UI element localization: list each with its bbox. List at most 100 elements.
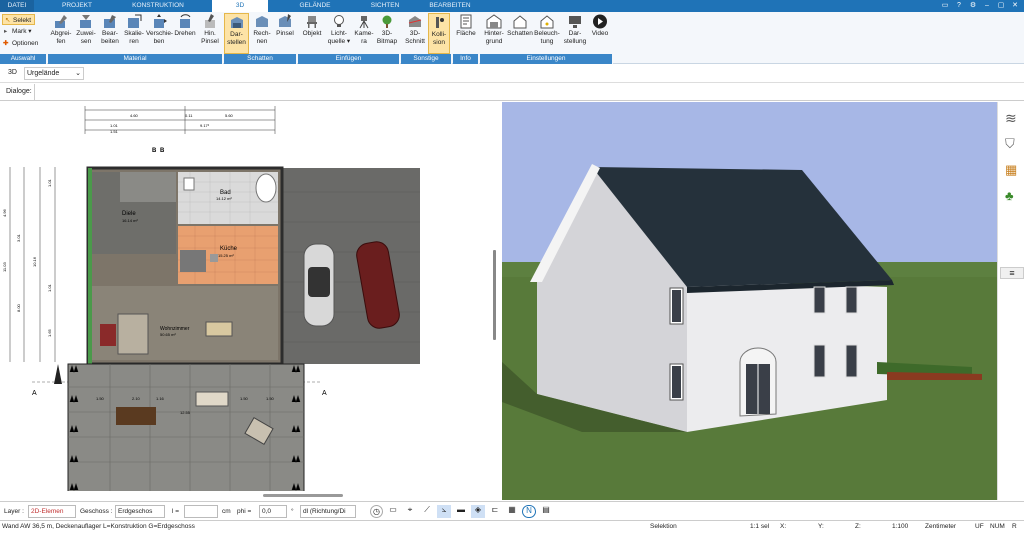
snap-wall-icon[interactable]: ▬ — [454, 505, 468, 518]
darstellen-button[interactable]: Dar-stellen — [224, 13, 249, 54]
hin-pinsel-button[interactable]: Hin. Pinsel — [198, 13, 222, 54]
shadow-display-icon — [230, 17, 243, 28]
geschoss-select[interactable]: Erdgeschos — [115, 505, 165, 518]
snap-angle-icon[interactable]: ⦣ — [437, 505, 451, 518]
floor-plan-view[interactable]: 4.60 0.11 5.60 1.01 1.51 9.17² 4.96 3.01… — [0, 102, 493, 491]
maximize-icon[interactable]: ▢ — [996, 1, 1006, 10]
view-splitter[interactable] — [493, 102, 502, 500]
tab-projekt[interactable]: PROJEKT — [52, 0, 102, 12]
floor-plan-drawing: 4.60 0.11 5.60 1.01 1.51 9.17² 4.96 3.01… — [2, 106, 420, 491]
beleuchtung-button[interactable]: Beleuch-tung — [533, 13, 561, 54]
status-z: Z: — [855, 523, 861, 530]
snap-point-icon[interactable]: ⌖ — [403, 505, 417, 518]
degree-label: ° — [291, 508, 294, 515]
plant-icon[interactable]: ♣ — [1005, 188, 1014, 203]
dim-left-4: 10.16 — [32, 256, 37, 267]
layer-select[interactable]: 2D-Elemen — [28, 505, 76, 518]
grid-icon[interactable]: ▦ — [505, 505, 519, 518]
monitor-icon — [569, 16, 581, 28]
status-unit: Zentimeter — [925, 523, 957, 530]
screen-icon[interactable]: ▭ — [386, 505, 400, 518]
splitter-handle[interactable] — [493, 250, 496, 340]
group-info: Info — [453, 54, 479, 64]
3d-bitmap-button[interactable]: 3D- Bitmap — [375, 13, 399, 54]
schatten-settings-button[interactable]: Schatten — [507, 13, 533, 54]
objekt-button[interactable]: Objekt — [300, 13, 324, 54]
minimize-icon[interactable]: – — [982, 1, 992, 10]
abgreifen-button[interactable]: Abgrei-fen — [48, 13, 74, 54]
snap-line-icon[interactable]: ⟋ — [420, 505, 434, 518]
chair-catalog-icon[interactable]: ⛉ — [1005, 136, 1015, 152]
direction-select[interactable]: dl (Richtung/Di — [300, 505, 356, 518]
3d-schnitt-line2: Schnitt — [405, 38, 425, 45]
selekt-label: Selekt — [13, 17, 32, 24]
tab-3d[interactable]: 3D — [212, 0, 268, 12]
lichtquelle-button[interactable]: Licht-quelle ▾ — [326, 13, 352, 54]
settings-icon[interactable]: ⚙ — [968, 1, 978, 10]
room-wohnzimmer-area: 50.65 m² — [160, 332, 176, 337]
skalieren-button[interactable]: Skalie-ren — [122, 13, 146, 54]
material-palette-icon[interactable]: ▦ — [1005, 162, 1017, 178]
kamera-button[interactable]: Kame-ra — [353, 13, 375, 54]
hintergrund-button[interactable]: Hinter-grund — [481, 13, 507, 54]
room-diele-name: Diele — [122, 211, 136, 217]
clock-icon[interactable]: ◷ — [370, 505, 383, 518]
snap-surface-icon[interactable]: ◈ — [471, 505, 485, 518]
tab-datei[interactable]: DATEI — [0, 0, 34, 12]
geschoss-value: Erdgeschos — [118, 508, 153, 515]
bearbeiten-line1: Bear- — [102, 30, 118, 37]
tab-sichten[interactable]: SICHTEN — [360, 0, 410, 12]
bearbeiten-line2: beiten — [101, 38, 119, 45]
plus-icon: ✚ — [3, 40, 9, 47]
terrace-dim-2: 2.10 — [132, 396, 141, 401]
flaeche-button[interactable]: Fläche — [454, 13, 478, 54]
zuweisen-button[interactable]: Zuwei-sen — [74, 13, 98, 54]
skalieren-line2: ren — [129, 38, 139, 45]
darstellung-line2: stellung — [563, 38, 587, 45]
phi-input[interactable]: 0,0 — [259, 505, 287, 518]
dim-top-5: 1.51 — [110, 129, 119, 134]
rechnen-button[interactable]: Rech-nen — [250, 13, 274, 54]
terrace-table — [116, 407, 156, 425]
darstellung-button[interactable]: Dar-stellung — [562, 13, 588, 54]
dim-left-2: 3.01 — [16, 233, 21, 242]
l-input[interactable] — [184, 505, 218, 518]
3d-schnitt-line1: 3D- — [409, 30, 421, 37]
scroll-thumb[interactable] — [263, 494, 343, 497]
video-button[interactable]: Video — [588, 13, 612, 54]
tab-bearbeiten[interactable]: BEARBEITEN — [420, 0, 480, 12]
beleuchtung-line2: tung — [540, 38, 554, 45]
status-r: R — [1012, 523, 1017, 530]
restore-icon[interactable]: ▭ — [940, 1, 950, 10]
mark-button[interactable]: ▸ Mark ▾ — [2, 26, 32, 37]
drehen-button[interactable]: Drehen — [172, 13, 198, 54]
dialoge-label: Dialoge: — [6, 88, 32, 95]
optionen-button[interactable]: ✚ Optionen — [2, 38, 38, 49]
hamburger-icon[interactable]: ≡ — [1000, 267, 1024, 279]
extra-tool-icon[interactable]: ▤ — [539, 505, 553, 518]
terrain-select[interactable]: Urgelände ⌄ — [24, 67, 84, 80]
kollision-button[interactable]: Kolli-sion — [428, 13, 450, 54]
snap-ortho-icon[interactable]: ⊏ — [488, 505, 502, 518]
verschieben-line1: Verschie- — [146, 30, 174, 37]
close-icon[interactable]: ✕ — [1010, 1, 1020, 10]
area-icon — [460, 14, 472, 29]
window-controls: ▭ ? ⚙ – ▢ ✕ — [940, 1, 1020, 10]
plan-horizontal-scrollbar[interactable] — [0, 491, 493, 500]
status-sel: 1:1 sel — [750, 523, 770, 530]
tab-gelaende[interactable]: GELÄNDE — [290, 0, 340, 12]
north-icon[interactable]: N — [522, 505, 536, 518]
3d-view[interactable] — [502, 102, 997, 500]
tab-konstruktion[interactable]: KONSTRUKTION — [125, 0, 191, 12]
selekt-button[interactable]: ↖ Selekt — [2, 14, 35, 25]
verschieben-button[interactable]: Verschie-ben — [146, 13, 174, 54]
3d-schnitt-button[interactable]: 3D- Schnitt — [403, 13, 427, 54]
dim-left-6: 1.01 — [47, 178, 52, 187]
dim-top-3: 5.60 — [225, 113, 234, 118]
direction-value: dl (Richtung/Di — [303, 508, 346, 515]
bearbeiten-button[interactable]: Bear-beiten — [98, 13, 122, 54]
help-icon[interactable]: ? — [954, 1, 964, 10]
shadow-calc-icon — [256, 16, 268, 27]
layers-icon[interactable]: ≋ — [1005, 110, 1017, 127]
schatten-pinsel-button[interactable]: Pinsel — [274, 13, 296, 54]
